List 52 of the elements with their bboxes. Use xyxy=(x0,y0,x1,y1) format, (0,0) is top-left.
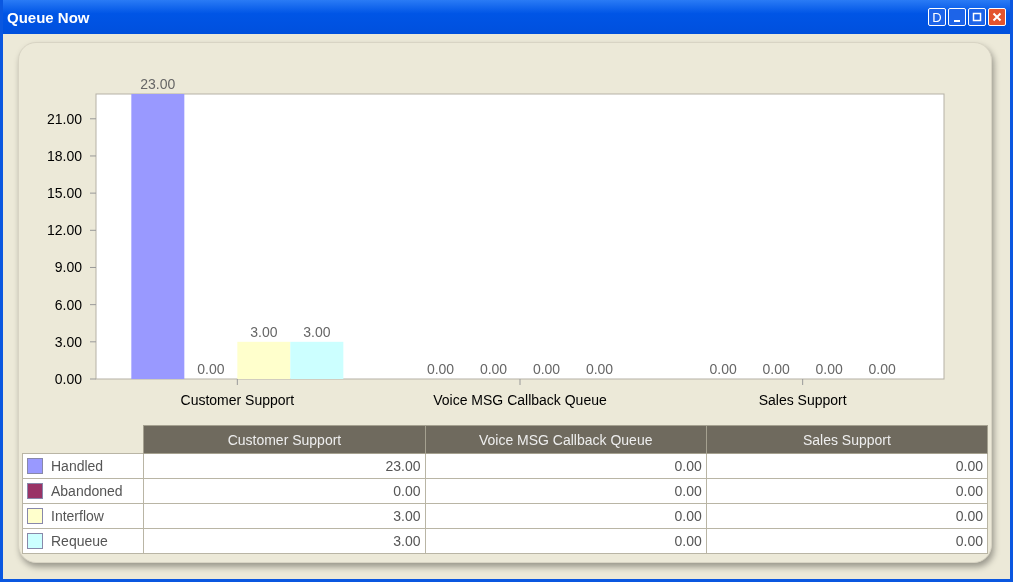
value-label: 23.00 xyxy=(140,76,176,92)
x-axis-label: Customer Support xyxy=(180,392,295,408)
table-cell: 0.00 xyxy=(425,478,707,504)
value-label: 0.00 xyxy=(709,361,737,377)
value-label: 0.00 xyxy=(868,361,896,377)
maximize-icon xyxy=(971,11,983,23)
table-cell: 3.00 xyxy=(143,528,426,554)
value-label: 0.00 xyxy=(479,361,508,377)
table-cell: 0.00 xyxy=(425,453,707,479)
y-axis-label: 12.00 xyxy=(46,222,82,239)
bar xyxy=(237,341,291,379)
value-label: 0.00 xyxy=(532,361,561,377)
column-header: Customer Support xyxy=(143,425,426,454)
bar xyxy=(290,341,344,379)
legend-label: Abandoned xyxy=(51,483,123,499)
maximize-button[interactable] xyxy=(968,8,986,26)
table-cell: 3.00 xyxy=(143,503,426,529)
table-cell: 0.00 xyxy=(425,503,707,529)
close-icon xyxy=(991,11,1003,23)
y-axis-label: 21.00 xyxy=(46,110,82,127)
y-axis-label: 15.00 xyxy=(46,185,82,202)
table-cell: 0.00 xyxy=(706,453,988,479)
value-label: 3.00 xyxy=(303,323,331,340)
y-axis-label: 9.00 xyxy=(54,259,82,276)
dock-button[interactable]: D xyxy=(928,8,946,26)
table-cell: 0.00 xyxy=(425,528,707,554)
minimize-icon xyxy=(954,19,960,22)
window-title: Queue Now xyxy=(7,8,90,26)
legend-label: Interflow xyxy=(51,508,104,524)
table-cell: 0.00 xyxy=(706,528,988,554)
column-header: Sales Support xyxy=(706,425,988,454)
table-cell: 0.00 xyxy=(706,503,988,529)
y-axis-label: 18.00 xyxy=(46,147,82,164)
table-cell: 23.00 xyxy=(143,453,426,479)
value-label: 0.00 xyxy=(585,361,614,377)
close-button[interactable] xyxy=(988,8,1006,26)
minimize-button[interactable] xyxy=(948,8,966,26)
table-cell: 0.00 xyxy=(706,478,988,504)
legend-label: Requeue xyxy=(51,533,108,549)
value-label: 0.00 xyxy=(762,361,790,377)
y-axis-label: 6.00 xyxy=(54,296,82,313)
y-axis-label: 3.00 xyxy=(54,333,82,350)
x-axis-label: Sales Support xyxy=(758,392,847,408)
value-label: 0.00 xyxy=(815,361,843,377)
y-axis-label: 0.00 xyxy=(54,371,82,387)
value-label: 3.00 xyxy=(250,323,278,340)
column-header: Voice MSG Callback Queue xyxy=(425,425,707,454)
legend-label: Handled xyxy=(51,458,104,474)
value-label: 0.00 xyxy=(197,361,225,377)
x-axis-label: Voice MSG Callback Queue xyxy=(433,392,607,408)
value-label: 0.00 xyxy=(426,361,455,377)
table-cell: 0.00 xyxy=(143,478,426,504)
